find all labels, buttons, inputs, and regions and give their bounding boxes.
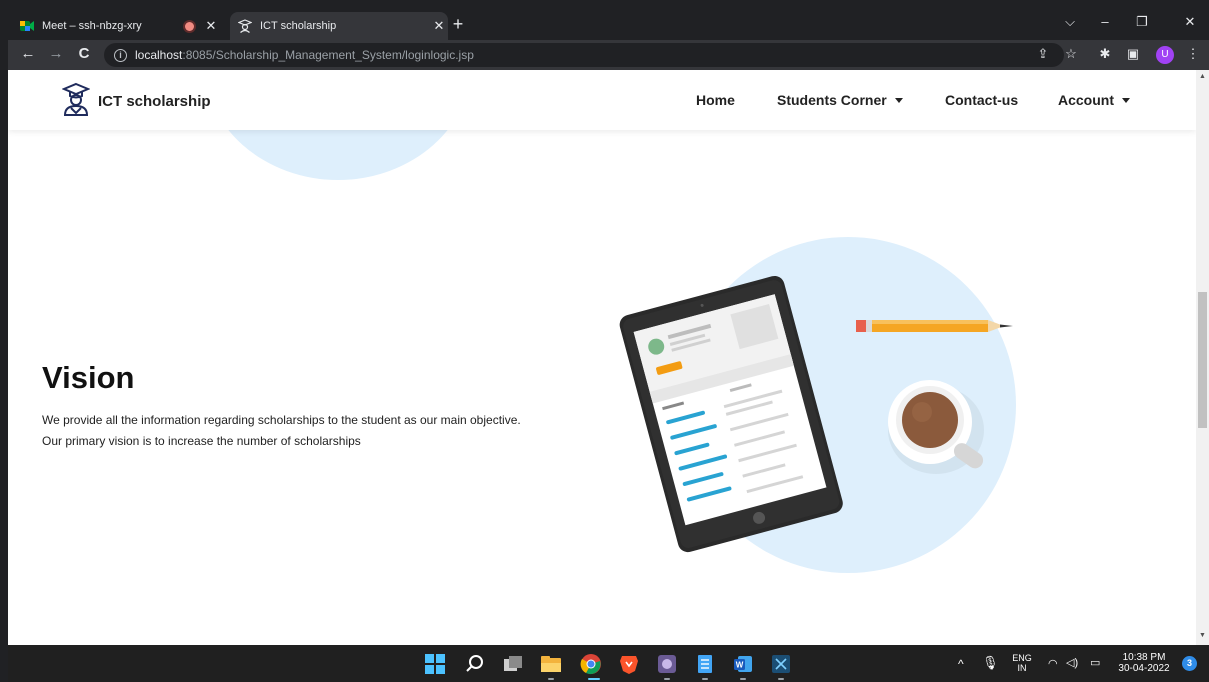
reload-icon[interactable]: C (74, 45, 94, 62)
google-meet-icon (20, 19, 34, 33)
running-indicator (548, 678, 554, 680)
battery-icon[interactable]: ▭ (1090, 656, 1100, 669)
close-icon[interactable]: ✕ (1178, 14, 1202, 30)
tab-title: Meet – ssh-nbzg-xry (42, 20, 142, 32)
site-navbar: ICT scholarship Home Students Corner Con… (8, 70, 1196, 130)
running-indicator (778, 678, 784, 680)
chevron-up-icon[interactable]: ^ (958, 657, 964, 671)
info-icon[interactable]: i (114, 48, 127, 62)
running-indicator (740, 678, 746, 680)
recording-icon (185, 21, 194, 31)
nav-students-corner-label: Students Corner (777, 92, 887, 108)
toolbar: ← → C i localhost:8085/Scholarship_Manag… (8, 40, 1209, 70)
scholar-icon (237, 19, 253, 33)
nav-students-corner[interactable]: Students Corner (777, 92, 903, 108)
restore-icon[interactable]: ❐ (1130, 14, 1154, 30)
notepad-icon[interactable] (694, 653, 716, 675)
close-tab-icon[interactable]: ✕ (202, 18, 220, 34)
side-panel-icon[interactable]: ▣ (1124, 46, 1142, 62)
microphone-icon[interactable]: 🎙 (982, 655, 999, 671)
clock-time: 10:38 PM (1122, 652, 1166, 663)
nav-account-label: Account (1058, 92, 1114, 108)
brand-name: ICT scholarship (98, 93, 211, 110)
clock-date: 30-04-2022 (1118, 663, 1170, 674)
windows-start-icon[interactable] (424, 653, 446, 675)
language-indicator[interactable]: ENG IN (1011, 653, 1033, 673)
brand-link[interactable]: ICT scholarship (61, 82, 211, 121)
scholar-logo-icon (61, 82, 91, 121)
scroll-down-icon[interactable]: ▼ (1198, 632, 1207, 639)
running-indicator (664, 678, 670, 680)
new-tab-button[interactable]: + (446, 14, 470, 35)
minimize-icon[interactable]: – (1093, 14, 1117, 29)
nav-contact-label: Contact-us (945, 92, 1019, 108)
menu-kebab-icon[interactable]: ⋮ (1184, 46, 1202, 62)
file-explorer-icon[interactable] (540, 653, 562, 675)
pencil-icon (856, 320, 1013, 332)
scroll-up-icon[interactable]: ▲ (1198, 73, 1207, 80)
nav-contact[interactable]: Contact-us (945, 92, 1018, 108)
lang-bottom: IN (1017, 663, 1027, 673)
snipping-icon[interactable] (770, 653, 792, 675)
active-indicator (588, 678, 600, 680)
caret-down-icon (1122, 97, 1130, 103)
brave-icon[interactable] (618, 653, 640, 675)
page-scrollbar[interactable]: ▲ ▼ (1196, 70, 1209, 645)
search-icon[interactable] (464, 653, 486, 675)
notification-badge[interactable]: 3 (1182, 656, 1197, 671)
share-icon[interactable]: ⇪ (1034, 46, 1052, 62)
tab-meet[interactable]: Meet – ssh-nbzg-xry ✕ (20, 12, 220, 40)
tab-title: ICT scholarship (260, 20, 337, 32)
nav-home-label: Home (696, 92, 735, 108)
extensions-icon[interactable]: ✱ (1096, 46, 1114, 62)
tab-ict-scholarship[interactable]: ICT scholarship ✕ (230, 12, 448, 40)
volume-icon[interactable]: ◁) (1066, 656, 1078, 669)
forward-icon[interactable]: → (46, 45, 66, 62)
bookmark-star-icon[interactable]: ☆ (1062, 46, 1080, 62)
scroll-thumb[interactable] (1198, 292, 1207, 428)
word-icon[interactable]: W (732, 653, 754, 675)
windows-taskbar: W ^ 🎙 ENG IN ◠ ◁) ▭ 10:38 PM 30-04-2022 … (8, 645, 1209, 682)
caret-down-icon (894, 97, 903, 103)
tab-strip: Meet – ssh-nbzg-xry ✕ ICT scholarship ✕ … (8, 8, 1209, 40)
chrome-icon[interactable] (580, 653, 602, 675)
back-icon[interactable]: ← (18, 45, 38, 62)
url-path: :8085/Scholarship_Management_System/logi… (182, 48, 474, 62)
page-viewport: ICT scholarship Home Students Corner Con… (8, 70, 1196, 645)
tablet-illustration (619, 237, 1016, 573)
svg-text:W: W (736, 661, 744, 670)
url-host: localhost (135, 48, 183, 62)
running-indicator (702, 678, 708, 680)
clock[interactable]: 10:38 PM 30-04-2022 (1112, 652, 1176, 674)
app-icon[interactable] (656, 653, 678, 675)
task-view-icon[interactable] (502, 653, 524, 675)
vision-description: We provide all the information regarding… (42, 413, 521, 448)
chevron-down-icon[interactable]: ⌵ (1058, 14, 1082, 30)
lang-top: ENG (1012, 653, 1032, 663)
nav-home[interactable]: Home (696, 92, 735, 108)
wifi-icon[interactable]: ◠ (1048, 657, 1058, 670)
nav-account[interactable]: Account (1058, 92, 1130, 108)
profile-avatar[interactable]: U (1156, 46, 1174, 64)
vision-heading: Vision (42, 360, 135, 395)
address-bar[interactable]: i localhost:8085/Scholarship_Management_… (104, 43, 1064, 67)
